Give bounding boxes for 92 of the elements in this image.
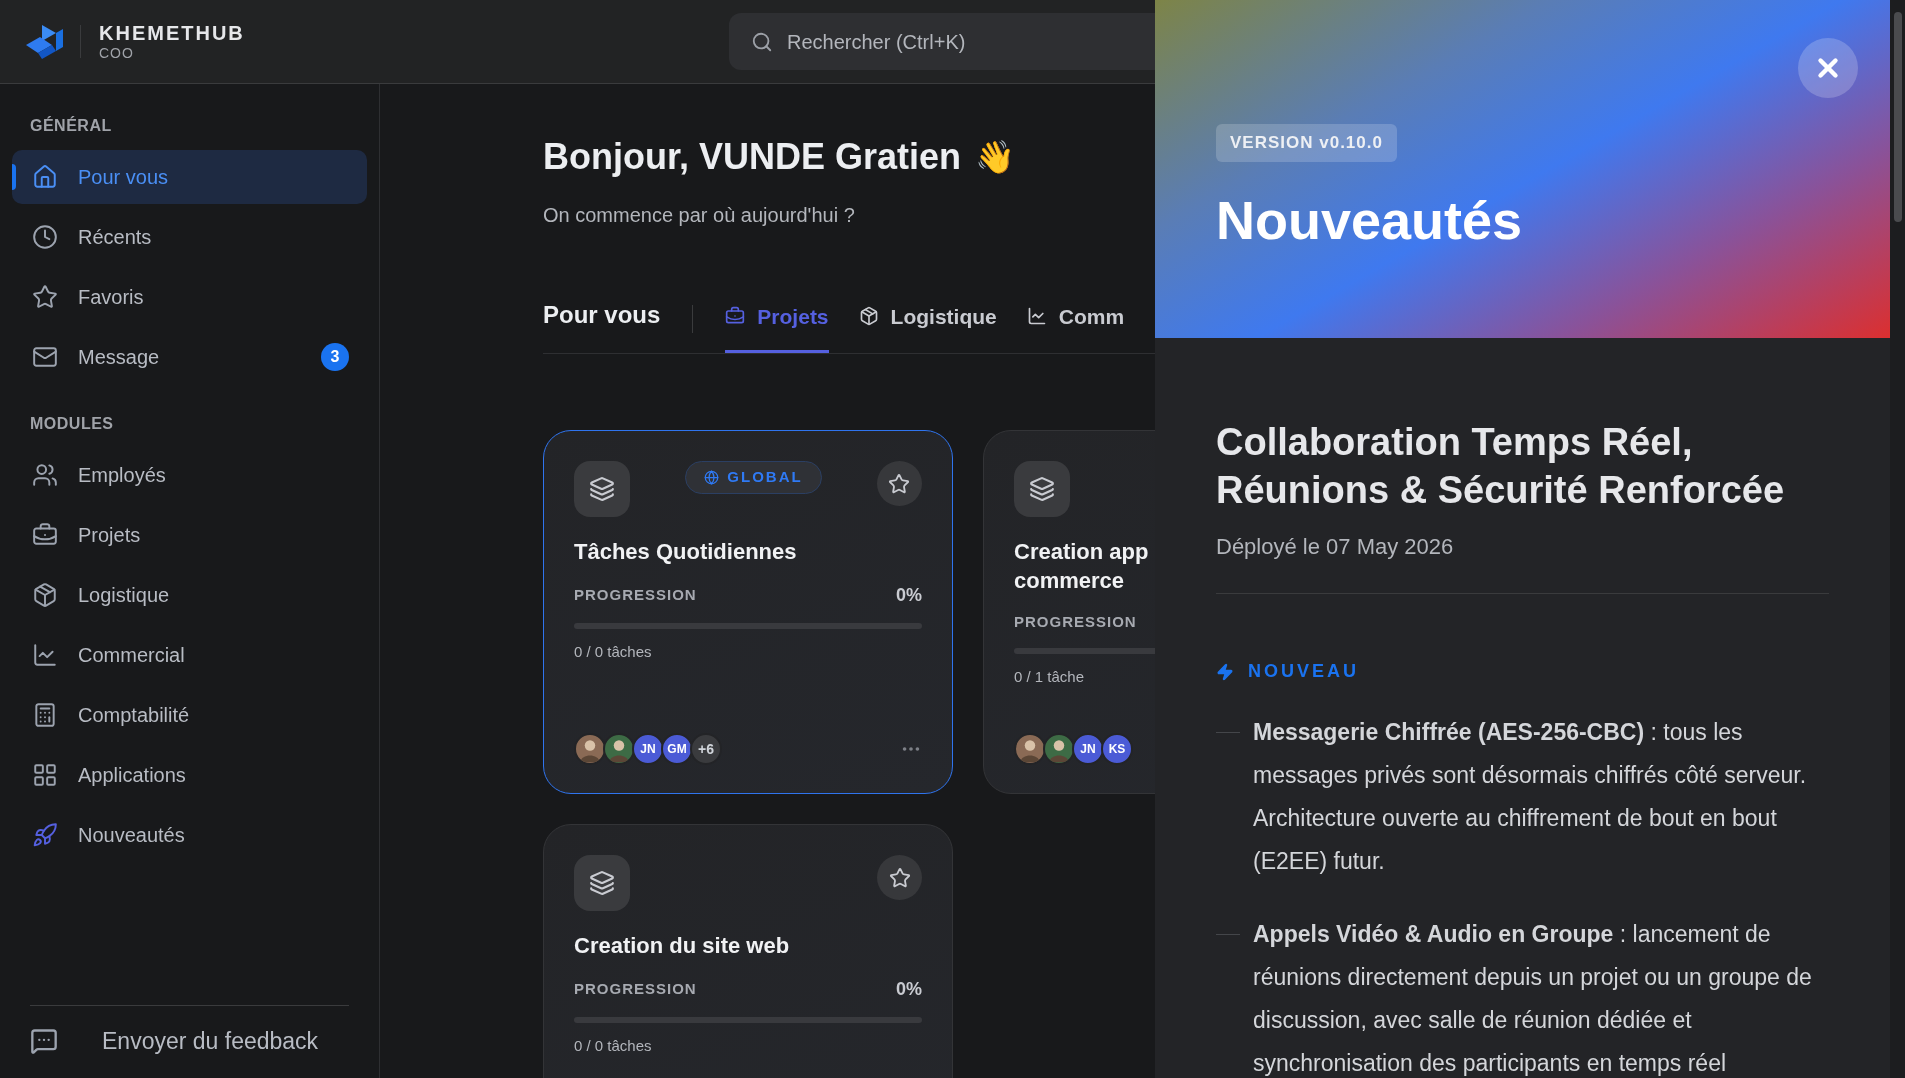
wave-emoji: 👋 <box>975 138 1016 177</box>
sidebar-item[interactable]: Nouveautés <box>12 808 367 862</box>
sidebar-item[interactable]: Commercial <box>12 628 367 682</box>
card-title: Creation du site web <box>574 932 791 960</box>
avatar: JN <box>1072 733 1104 765</box>
star-icon <box>888 472 911 495</box>
sidebar-label: Récents <box>78 225 152 250</box>
unread-badge: 3 <box>321 343 349 371</box>
home-icon <box>32 164 58 190</box>
layers-icon <box>574 461 630 517</box>
greeting-subtitle: On commence par où aujourd'hui ? <box>543 203 856 228</box>
sidebar-label: Nouveautés <box>78 823 185 848</box>
section-label: MODULES <box>29 414 115 434</box>
sidebar-label: Applications <box>78 763 186 788</box>
section-title: Pour vous <box>543 300 661 330</box>
chart-icon <box>32 642 58 668</box>
box-icon <box>32 582 58 608</box>
sidebar-label: Pour vous <box>78 165 169 190</box>
close-button[interactable] <box>1798 38 1858 98</box>
progress-percent: 0% <box>896 584 922 607</box>
scope-tag: GLOBAL <box>685 461 822 494</box>
search-icon <box>751 30 773 53</box>
sidebar-item[interactable]: Pour vous <box>12 150 367 204</box>
scrollbar-thumb[interactable] <box>1893 12 1902 222</box>
task-count: 0 / 0 tâches <box>574 1036 653 1056</box>
mail-icon <box>32 344 58 370</box>
calculator-icon <box>32 702 58 728</box>
rocket-icon <box>32 822 58 848</box>
sidebar-label: Logistique <box>78 583 170 608</box>
star-icon <box>888 866 911 889</box>
sidebar-item[interactable]: Logistique <box>12 568 367 622</box>
project-card[interactable]: Creation app commerce PROGRESSION 0 / 1 tâche JN KS <box>983 430 1155 794</box>
layers-icon <box>1014 461 1070 517</box>
more-count: +6 <box>690 733 722 765</box>
clock-icon <box>32 224 58 250</box>
globe-icon <box>704 470 720 485</box>
section-label: NOUVEAU <box>1248 660 1359 683</box>
chart-icon <box>1026 306 1047 327</box>
progress-label: PROGRESSION <box>1014 612 1137 632</box>
avatar: GM <box>661 733 693 765</box>
sidebar-label: Favoris <box>78 285 144 310</box>
logo-icon <box>24 22 64 61</box>
sidebar-item[interactable]: Employés <box>12 448 367 502</box>
avatar: KS <box>1101 733 1133 765</box>
sidebar-label: Message <box>78 345 160 370</box>
sidebar-item[interactable]: Message 3 <box>12 330 367 384</box>
version-tag: VERSION v0.10.0 <box>1216 124 1397 162</box>
task-count: 0 / 0 tâches <box>574 642 653 662</box>
sidebar-item[interactable]: Projets <box>12 508 367 562</box>
card-title: Tâches Quotidiennes <box>574 538 798 566</box>
sidebar-item[interactable]: Récents <box>12 210 367 264</box>
progress-label: PROGRESSION <box>574 979 697 1000</box>
progress-label: PROGRESSION <box>574 585 697 606</box>
search-input[interactable]: Rechercher (Ctrl+K) <box>787 26 1087 57</box>
greeting-title: Bonjour, VUNDE Gratien <box>543 135 962 179</box>
release-date: Déployé le 07 May 2026 <box>1216 533 1455 561</box>
card-title: Creation app <box>1014 538 1150 566</box>
avatar: JN <box>632 733 664 765</box>
sidebar-item[interactable]: Favoris <box>12 270 367 324</box>
section-label: GÉNÉRAL <box>29 115 113 136</box>
sidebar-item[interactable]: Comptabilité <box>12 688 367 742</box>
release-note: Appels Vidéo & Audio en Groupe : lancement de réunions directement depuis un projet ou un groupe de discussion, avec salle de réunion dédiée et synchronisation des participants en temps réel <box>1253 920 1813 1078</box>
release-heading: Collaboration Temps Réel, Réunions & Sécurité Renforcée <box>1216 420 1786 513</box>
task-count: 0 / 1 tâche <box>1014 666 1086 687</box>
box-icon <box>858 306 879 327</box>
star-icon <box>32 284 58 310</box>
tab[interactable]: Comm <box>1026 300 1125 353</box>
sidebar-label: Employés <box>78 463 166 488</box>
progress-percent: 0% <box>896 978 922 1001</box>
project-card[interactable]: Creation du site web PROGRESSION 0% 0 / 0 tâches <box>543 824 953 1078</box>
brand-role: COO <box>99 46 135 60</box>
sidebar-label: Commercial <box>78 643 185 668</box>
card-title: commerce <box>1014 567 1126 595</box>
sidebar-label: Projets <box>78 523 141 548</box>
tab[interactable]: Logistique <box>858 300 997 353</box>
favorite-button[interactable] <box>877 855 922 900</box>
grid-icon <box>32 762 58 788</box>
sidebar-item[interactable]: Applications <box>12 748 367 802</box>
project-card[interactable]: GLOBAL Tâches Quotidiennes PROGRESSION 0% 0 / 0 tâches JN GM +6 <box>543 430 953 794</box>
feedback-link[interactable]: Envoyer du feedback <box>102 1023 319 1058</box>
search-field[interactable]: Rechercher (Ctrl+K) <box>729 13 1155 70</box>
users-icon <box>32 462 58 488</box>
feedback-icon <box>30 1026 58 1055</box>
brand-name: KHEMETHUB <box>99 23 245 43</box>
release-note: Messagerie Chiffrée (AES-256-CBC) : tous les messages privés sont désormais chiffrés côté serveur. Architecture ouverte au chiffrement de bout en bout (E2EE) futur. <box>1253 718 1808 876</box>
panel-title: Nouveautés <box>1216 188 1524 252</box>
bolt-icon <box>1216 662 1234 681</box>
layers-icon <box>574 855 630 911</box>
briefcase-icon <box>32 522 58 548</box>
briefcase-icon <box>725 306 746 327</box>
favorite-button[interactable] <box>877 461 922 506</box>
sidebar-label: Comptabilité <box>78 703 190 728</box>
